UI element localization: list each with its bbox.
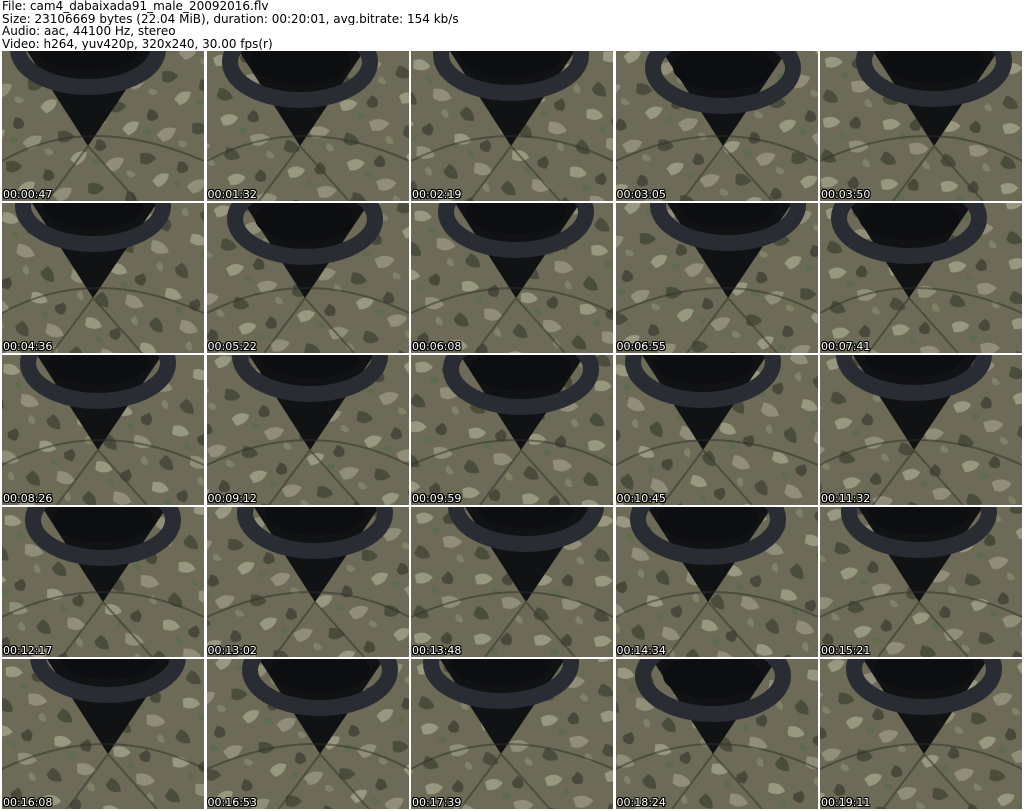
video-thumbnail: 00:09:12 xyxy=(206,355,409,505)
thumbnail-timestamp: 00:03:50 xyxy=(821,188,871,201)
thumbnail-frame-image xyxy=(615,203,818,353)
video-thumbnail: 00:06:55 xyxy=(615,203,818,353)
thumbnail-frame-image xyxy=(2,51,204,201)
thumbnail-frame-image xyxy=(206,659,409,809)
file-size-line: Size: 23106669 bytes (22.04 MiB), durati… xyxy=(2,12,459,25)
video-thumbnail: 00:06:08 xyxy=(411,203,613,353)
thumbnail-timestamp: 00:09:12 xyxy=(207,492,257,505)
thumbnail-timestamp: 00:17:39 xyxy=(412,796,462,809)
thumbnail-timestamp: 00:06:55 xyxy=(616,340,666,353)
thumbnail-frame-image xyxy=(206,203,409,353)
thumbnail-frame-image xyxy=(615,355,818,505)
thumbnail-frame-image xyxy=(2,507,204,657)
thumbnail-grid: 00:00:47 00:01:32 00:02:19 00:03:05 00:0… xyxy=(2,51,1022,809)
thumbnail-timestamp: 00:09:59 xyxy=(412,492,462,505)
thumbnail-timestamp: 00:16:08 xyxy=(3,796,53,809)
thumbnail-timestamp: 00:14:34 xyxy=(616,644,666,657)
video-thumbnail: 00:15:21 xyxy=(820,507,1022,657)
thumbnail-timestamp: 00:08:26 xyxy=(3,492,53,505)
thumbnail-timestamp: 00:13:48 xyxy=(412,644,462,657)
thumbnail-timestamp: 00:06:08 xyxy=(412,340,462,353)
video-thumbnail: 00:05:22 xyxy=(206,203,409,353)
thumbnail-frame-image xyxy=(2,355,204,505)
thumbnail-timestamp: 00:15:21 xyxy=(821,644,871,657)
video-thumbnail: 00:13:48 xyxy=(411,507,613,657)
thumbnail-timestamp: 00:07:41 xyxy=(821,340,871,353)
thumbnail-frame-image xyxy=(820,355,1022,505)
video-thumbnail: 00:04:36 xyxy=(2,203,204,353)
video-thumbnail: 00:17:39 xyxy=(411,659,613,809)
video-thumbnail: 00:03:05 xyxy=(615,51,818,201)
thumbnail-frame-image xyxy=(2,659,204,809)
thumbnail-timestamp: 00:02:19 xyxy=(412,188,462,201)
video-thumbnail: 00:12:17 xyxy=(2,507,204,657)
thumbnail-frame-image xyxy=(206,51,409,201)
thumbnail-timestamp: 00:19:11 xyxy=(821,796,871,809)
video-thumbnail: 00:00:47 xyxy=(2,51,204,201)
thumbnail-timestamp: 00:05:22 xyxy=(207,340,257,353)
thumbnail-frame-image xyxy=(411,507,613,657)
video-thumbnail: 00:02:19 xyxy=(411,51,613,201)
thumbnail-frame-image xyxy=(820,507,1022,657)
thumbnail-frame-image xyxy=(820,659,1022,809)
thumbnail-frame-image xyxy=(411,355,613,505)
video-thumbnail: 00:13:02 xyxy=(206,507,409,657)
video-thumbnail: 00:11:32 xyxy=(820,355,1022,505)
thumbnail-frame-image xyxy=(206,507,409,657)
video-thumbnail: 00:10:45 xyxy=(615,355,818,505)
thumbnail-timestamp: 00:18:24 xyxy=(616,796,666,809)
thumbnail-timestamp: 00:11:32 xyxy=(821,492,871,505)
thumbnail-frame-image xyxy=(615,51,818,201)
thumbnail-timestamp: 00:04:36 xyxy=(3,340,53,353)
video-thumbnail: 00:14:34 xyxy=(615,507,818,657)
thumbnail-timestamp: 00:10:45 xyxy=(616,492,666,505)
video-thumbnail: 00:16:08 xyxy=(2,659,204,809)
thumbnail-frame-image xyxy=(2,203,204,353)
file-info-header: File: cam4_dabaixada91_male_20092016.flv… xyxy=(2,0,1022,50)
thumbnail-timestamp: 00:01:32 xyxy=(207,188,257,201)
video-thumbnail: 00:19:11 xyxy=(820,659,1022,809)
thumbnail-frame-image xyxy=(411,203,613,353)
thumbnail-frame-image xyxy=(411,51,613,201)
thumbnail-frame-image xyxy=(820,51,1022,201)
video-thumbnail: 00:08:26 xyxy=(2,355,204,505)
file-name-line: File: cam4_dabaixada91_male_20092016.flv xyxy=(2,0,269,13)
thumbnail-frame-image xyxy=(820,203,1022,353)
video-thumbnail: 00:09:59 xyxy=(411,355,613,505)
video-thumbnail: 00:01:32 xyxy=(206,51,409,201)
video-thumbnail: 00:16:53 xyxy=(206,659,409,809)
thumbnail-frame-image xyxy=(615,507,818,657)
thumbnail-timestamp: 00:00:47 xyxy=(3,188,53,201)
thumbnail-frame-image xyxy=(411,659,613,809)
thumbnail-timestamp: 00:03:05 xyxy=(616,188,666,201)
thumbnail-frame-image xyxy=(206,355,409,505)
video-info-line: Video: h264, yuv420p, 320x240, 30.00 fps… xyxy=(2,37,273,50)
video-thumbnail: 00:18:24 xyxy=(615,659,818,809)
video-thumbnail: 00:07:41 xyxy=(820,203,1022,353)
thumbnail-timestamp: 00:12:17 xyxy=(3,644,53,657)
thumbnail-timestamp: 00:13:02 xyxy=(207,644,257,657)
audio-info-line: Audio: aac, 44100 Hz, stereo xyxy=(2,25,176,38)
video-thumbnail: 00:03:50 xyxy=(820,51,1022,201)
thumbnail-frame-image xyxy=(615,659,818,809)
thumbnail-timestamp: 00:16:53 xyxy=(207,796,257,809)
